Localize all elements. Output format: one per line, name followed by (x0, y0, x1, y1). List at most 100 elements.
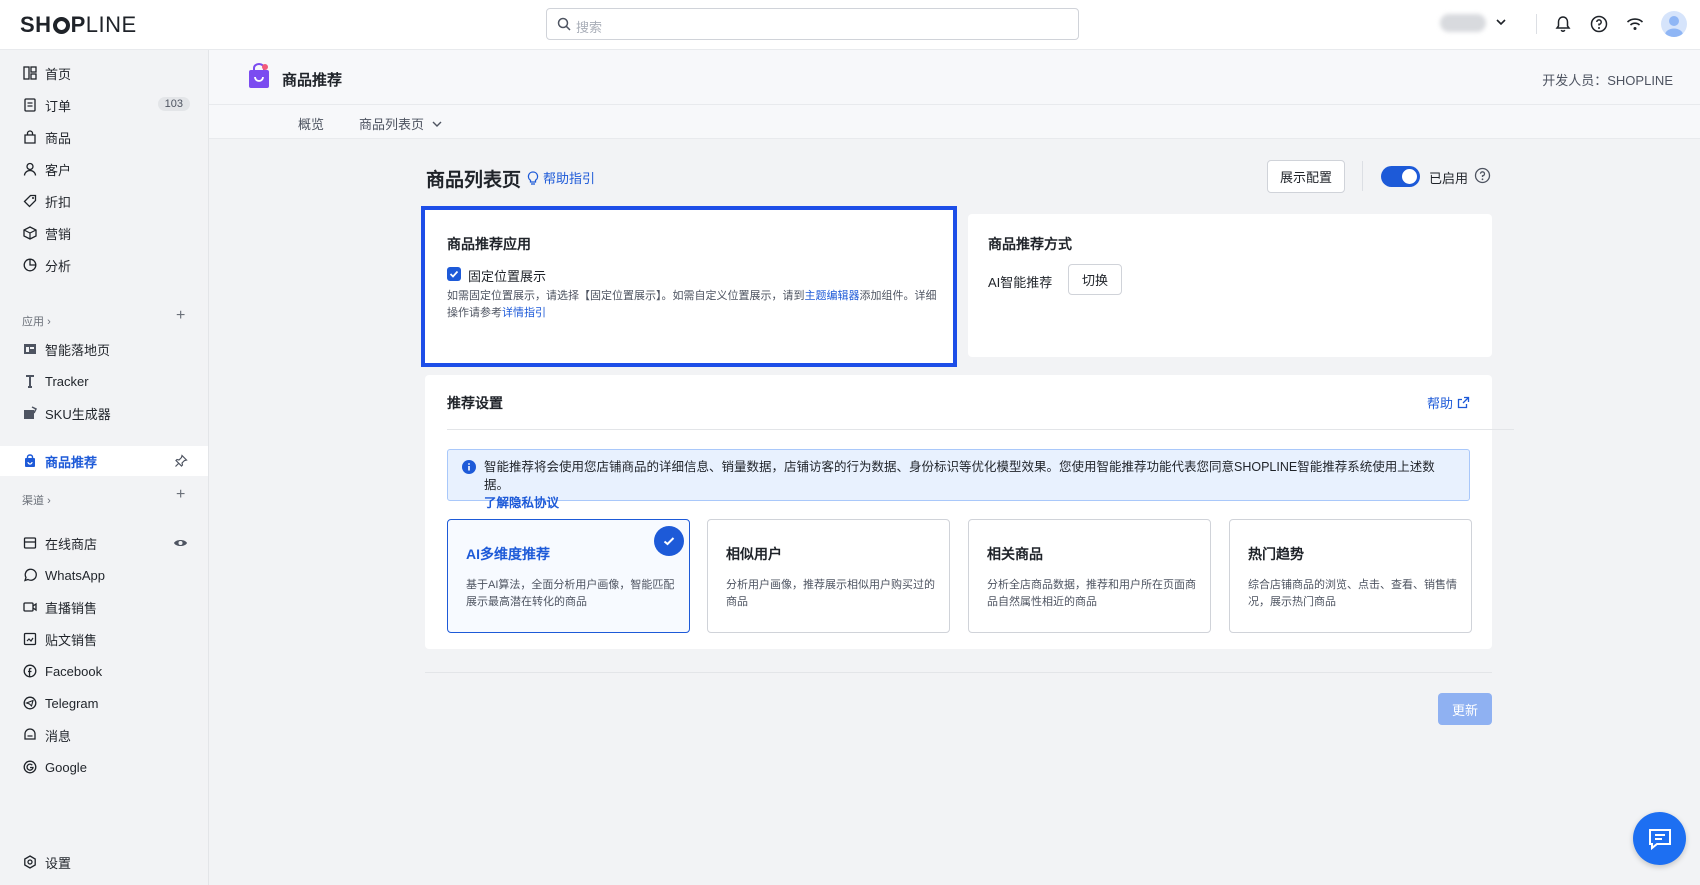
app-logo-icon (249, 63, 269, 88)
eye-icon[interactable] (173, 536, 188, 550)
facebook-icon (22, 664, 37, 679)
app-header: 商品推荐 开发人员：SHOPLINE (209, 50, 1700, 105)
fixed-position-checkbox[interactable] (447, 267, 461, 281)
card-title: 推荐设置 (447, 395, 503, 411)
sidebar-item-landing-page[interactable]: 智能落地页 (0, 334, 208, 364)
privacy-policy-link[interactable]: 了解隐私协议 (484, 496, 559, 510)
google-icon (22, 760, 37, 775)
option-trending[interactable]: 热门趋势 综合店铺商品的浏览、点击、查看、销售情况，展示热门商品 (1229, 519, 1472, 633)
sidebar-item-label: 首页 (45, 66, 72, 82)
sidebar-item-label: Facebook (45, 663, 103, 679)
wifi-icon[interactable] (1625, 14, 1645, 34)
chat-icon (1648, 828, 1671, 850)
lightbulb-icon (527, 170, 539, 185)
apps-section-label[interactable]: 应用 › (22, 313, 51, 329)
chevron-down-icon (432, 121, 442, 127)
store-name[interactable] (1440, 14, 1486, 32)
avatar[interactable] (1661, 11, 1687, 37)
chevron-right-icon: › (47, 316, 51, 328)
card-title: 商品推荐应用 (447, 236, 531, 252)
question-icon[interactable] (1474, 167, 1491, 184)
settings-icon (22, 855, 37, 870)
dashboard-icon (22, 66, 37, 81)
sidebar-item-facebook[interactable]: Facebook (0, 656, 208, 686)
sidebar-item-label: 贴文销售 (45, 632, 98, 648)
sidebar-item-tracker[interactable]: Tracker (0, 366, 208, 396)
search-input[interactable]: 搜索 (546, 8, 1079, 40)
checkbox-label: 固定位置展示 (468, 269, 547, 284)
option-related-products[interactable]: 相关商品 分析全店商品数据，推荐和用户所在页面商品自然属性相近的商品 (968, 519, 1211, 633)
recommendation-method-card: 商品推荐方式 AI智能推荐 切换 (968, 214, 1492, 357)
sidebar-item-marketing[interactable]: 营销 (0, 218, 208, 248)
pin-icon[interactable] (174, 454, 188, 468)
update-button[interactable]: 更新 (1438, 693, 1492, 725)
bell-icon[interactable] (1553, 14, 1573, 34)
sidebar-item-messages[interactable]: 消息 (0, 720, 208, 750)
divider (447, 429, 1514, 430)
chat-support-button[interactable] (1633, 812, 1686, 865)
tab-product-list[interactable]: 商品列表页 (359, 114, 443, 133)
option-description: 综合店铺商品的浏览、点击、查看、销售情况，展示热门商品 (1248, 579, 1457, 608)
help-guide-link[interactable]: 帮助指引 (527, 168, 595, 187)
enable-toggle[interactable] (1381, 166, 1420, 187)
top-bar: SH PLINE 搜索 (0, 0, 1700, 50)
discount-tag-icon (22, 194, 37, 209)
channels-section-label[interactable]: 渠道 › (22, 492, 51, 508)
help-link[interactable]: 帮助 (1427, 393, 1470, 412)
sidebar-item-home[interactable]: 首页 (0, 58, 208, 88)
landing-page-icon (22, 342, 37, 357)
sidebar-item-telegram[interactable]: Telegram (0, 688, 208, 718)
sidebar-item-product-recommendation[interactable]: 商品推荐 (0, 446, 208, 476)
theme-editor-link[interactable]: 主题编辑器 (805, 290, 860, 302)
add-app-icon[interactable]: + (176, 307, 185, 325)
sidebar-item-label: 订单 (45, 98, 72, 114)
sidebar-item-label: 消息 (45, 728, 72, 744)
enabled-label: 已启用 (1429, 171, 1469, 186)
search-icon (557, 17, 571, 31)
recommendation-bag-icon (22, 454, 37, 469)
option-similar-users[interactable]: 相似用户 分析用户画像，推荐展示相似用户购买过的商品 (707, 519, 950, 633)
add-channel-icon[interactable]: + (176, 486, 185, 504)
option-ai-multi-dimension[interactable]: AI多维度推荐 基于AI算法，全面分析用户画像，智能匹配展示最高潜在转化的商品 (447, 519, 690, 633)
sidebar-item-sku[interactable]: SKU生成器 (0, 398, 208, 428)
checkmark-icon (449, 270, 459, 278)
option-title: 相似用户 (726, 546, 782, 562)
privacy-info-banner: 智能推荐将会使用您店铺商品的详细信息、销量数据，店铺访客的行为数据、身份标识等优… (447, 449, 1470, 510)
sidebar: 首页 订单 103 商品 客户 折扣 营销 分析 应用 › + 智能落地页 Tr… (0, 50, 209, 885)
chevron-down-icon[interactable] (1494, 15, 1508, 29)
sidebar-item-whatsapp[interactable]: WhatsApp (0, 560, 208, 590)
sidebar-item-label: 折扣 (45, 194, 72, 210)
sidebar-item-label: 智能落地页 (45, 342, 111, 358)
sidebar-item-customers[interactable]: 客户 (0, 154, 208, 184)
help-icon[interactable] (1589, 14, 1609, 34)
shopline-logo[interactable]: SH PLINE (20, 12, 137, 38)
sidebar-item-orders[interactable]: 订单 103 (0, 90, 208, 120)
sidebar-item-online-store[interactable]: 在线商店 (0, 528, 208, 558)
recommendation-app-card: 商品推荐应用 固定位置展示 如需固定位置展示，请选择【固定位置展示】。如需自定义… (421, 206, 957, 367)
sidebar-item-products[interactable]: 商品 (0, 122, 208, 152)
sidebar-item-label: 设置 (45, 855, 72, 871)
detail-guide-link[interactable]: 详情指引 (502, 307, 546, 319)
sidebar-item-post-sales[interactable]: 贴文销售 (0, 624, 208, 654)
option-title: AI多维度推荐 (466, 546, 550, 562)
display-config-button[interactable]: 展示配置 (1267, 160, 1345, 193)
option-title: 相关商品 (987, 546, 1043, 562)
tab-overview[interactable]: 概览 (298, 114, 324, 133)
page-title: 商品列表页 (426, 170, 522, 191)
sidebar-item-label: WhatsApp (45, 567, 105, 583)
divider (425, 672, 1492, 673)
selected-check-icon (654, 526, 684, 556)
sidebar-item-google[interactable]: Google (0, 752, 208, 782)
sidebar-item-live[interactable]: 直播销售 (0, 592, 208, 622)
switch-button[interactable]: 切换 (1068, 264, 1122, 295)
option-description: 基于AI算法，全面分析用户画像，智能匹配展示最高潜在转化的商品 (466, 579, 675, 608)
method-label: AI智能推荐 (988, 275, 1053, 290)
app-title: 商品推荐 (282, 72, 343, 89)
sidebar-item-settings[interactable]: 设置 (0, 847, 208, 877)
sidebar-item-label: 直播销售 (45, 600, 98, 616)
sidebar-item-label: Google (45, 759, 87, 775)
sidebar-item-label: SKU生成器 (45, 406, 111, 422)
option-description: 分析用户画像，推荐展示相似用户购买过的商品 (726, 579, 935, 608)
sidebar-item-discounts[interactable]: 折扣 (0, 186, 208, 216)
sidebar-item-analytics[interactable]: 分析 (0, 250, 208, 280)
